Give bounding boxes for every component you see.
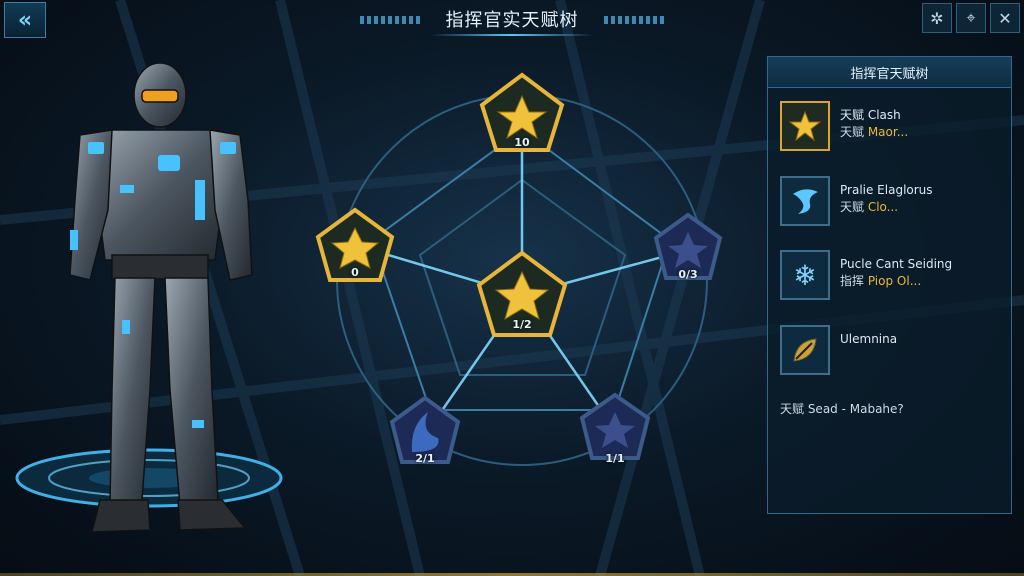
settings-button[interactable]: ✲ — [922, 3, 952, 33]
title-underline — [430, 34, 594, 36]
talent-desc-highlight: Maor... — [867, 125, 909, 139]
leaf-icon — [793, 338, 817, 362]
snowflake-icon: ❄ — [793, 258, 817, 292]
double-chevron-left-icon: « — [17, 7, 33, 33]
node-label-top: 10 — [514, 136, 530, 149]
talent-node-bottom-right[interactable] — [579, 392, 651, 460]
talent-desc-prefix: 指挥 — [840, 274, 868, 288]
commander-character — [69, 62, 253, 533]
talent-item-icon-frame — [780, 325, 830, 375]
wave-icon — [793, 189, 818, 214]
talent-name: Pralie Elaglorus — [840, 183, 933, 197]
panel-footer-text: 天赋 Sead - Mabahe? — [780, 402, 904, 416]
talent-desc-highlight: Piop Ol... — [867, 274, 922, 288]
panel-title: 指挥官天赋树 — [768, 57, 1011, 88]
close-icon: ✕ — [998, 8, 1012, 28]
title-wing-right — [604, 16, 664, 24]
talent-desc-highlight: Clo... — [867, 200, 899, 214]
star-icon — [788, 110, 822, 142]
talent-item[interactable]: ❄ Pucle Cant Seiding 指挥 Piop Ol... — [780, 250, 952, 300]
node-label-center: 1/2 — [512, 318, 532, 331]
title-wing-left — [360, 16, 420, 24]
talent-item[interactable]: 天赋 Clash 天赋 Maor... — [780, 101, 908, 151]
talent-item-icon-frame: ❄ — [780, 250, 830, 300]
talent-item[interactable]: Ulemnina — [780, 325, 897, 375]
node-label-left: 0 — [351, 266, 359, 279]
gear-icon: ✲ — [930, 8, 944, 28]
page-title: 指挥官实天赋树 — [445, 10, 579, 31]
talent-item-icon-frame — [780, 101, 830, 151]
top-icon-group: ✲ ⌖ ✕ — [922, 3, 1020, 33]
node-label-bottom-left: 2/1 — [415, 452, 435, 465]
talent-desc-prefix: 天赋 — [840, 125, 868, 139]
talent-desc-prefix: 天赋 — [840, 200, 868, 214]
talent-desc: 指挥 Piop Ol... — [840, 273, 952, 290]
target-button[interactable]: ⌖ — [956, 3, 986, 33]
talent-item-icon-frame — [780, 176, 830, 226]
title-bar: 指挥官实天赋树 — [360, 2, 664, 36]
talent-name: Pucle Cant Seiding — [840, 257, 953, 271]
talent-name: 天赋 Clash — [840, 108, 901, 122]
node-label-right: 0/3 — [678, 268, 698, 281]
talent-item[interactable]: Pralie Elaglorus 天赋 Clo... — [780, 176, 933, 226]
back-button[interactable]: « — [4, 2, 46, 38]
close-button[interactable]: ✕ — [990, 3, 1020, 33]
talent-info-panel: 指挥官天赋树 天赋 Clash 天赋 Maor... Pralie Elaglo… — [767, 56, 1012, 514]
talent-desc: 天赋 Clo... — [840, 199, 933, 216]
node-label-bottom-right: 1/1 — [605, 452, 625, 465]
target-icon: ⌖ — [966, 8, 976, 27]
talent-name: Ulemnina — [840, 332, 898, 346]
talent-desc: 天赋 Maor... — [840, 124, 908, 141]
